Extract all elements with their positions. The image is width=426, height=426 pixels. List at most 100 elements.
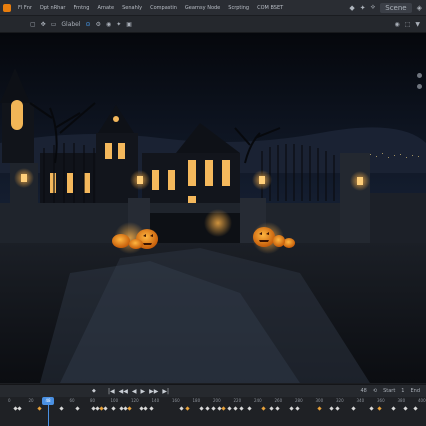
keyframe-marker[interactable] [211,406,216,411]
keyframe-marker[interactable] [185,406,190,411]
tool-icon-1[interactable]: ◆ [349,4,354,12]
proportional-icon[interactable]: ◉ [106,21,111,28]
menu-item-render[interactable]: Frntng [69,5,93,11]
keyframe-marker[interactable] [221,406,226,411]
timeline-controls: ◆ |◀ ◀◀ ◀ ▶ ▶▶ ▶| 48 ⟲ Start 1 End [0,384,426,397]
keyframe-marker[interactable] [143,406,148,411]
ruler-tick-label: 320 [336,398,344,403]
keyframe-marker[interactable] [59,406,64,411]
jump-end-button[interactable]: ▶| [162,388,169,395]
keyframe-marker[interactable] [37,406,42,411]
xray-icon[interactable]: ▣ [126,21,132,28]
ruler-tick-label: 260 [274,398,283,403]
keyframe-marker[interactable] [227,406,232,411]
keyframe-marker[interactable] [413,406,418,411]
keyframe-marker[interactable] [199,406,204,411]
frame-ruler[interactable]: 0204060801001201401601802002202402602803… [0,397,426,406]
keyframe-marker[interactable] [269,406,274,411]
filter-icon[interactable]: ▼ [415,21,420,28]
keyframe-marker[interactable] [247,406,252,411]
keyframe-marker[interactable] [317,406,322,411]
jump-next-keyframe-button[interactable]: ▶▶ [149,388,158,395]
viewport-header-right: ◉ ⬚ ▼ [394,21,426,28]
keyframe-marker[interactable] [103,406,108,411]
keyframe-marker[interactable] [111,406,116,411]
frame-icon[interactable]: ▭ [51,21,57,28]
menu-item-edit[interactable]: Dpt nRhar [36,5,70,11]
ruler-tick-label: 380 [397,398,406,403]
frame-range: 48 ⟲ Start 1 End [361,388,421,394]
jump-prev-keyframe-button[interactable]: ◀◀ [119,388,128,395]
keyframe-marker[interactable] [377,406,382,411]
keyframe-marker[interactable] [179,406,184,411]
keyframe-marker[interactable] [17,406,22,411]
ruler-tick-label: 200 [213,398,221,403]
ruler-tick-label: 140 [151,398,160,403]
ruler-tick-label: 240 [254,398,262,403]
pivot-icon[interactable]: ⊙ [86,21,91,28]
ruler-tick-label: 220 [233,398,242,403]
keyframe-marker[interactable] [75,406,80,411]
play-button[interactable]: ▶ [141,388,146,395]
playhead[interactable]: 48 [42,397,54,405]
menu-item-geometry-node[interactable]: Gearnsy Node [181,5,224,11]
keyframe-marker[interactable] [391,406,396,411]
scene-selector[interactable]: Scene [380,2,412,13]
navigation-gizmo[interactable] [417,73,422,89]
tool-icon-3[interactable]: ⟡ [371,3,376,12]
app-logo-icon[interactable] [3,3,11,12]
playback-controls: |◀ ◀◀ ◀ ▶ ▶▶ ▶| [108,388,169,395]
keyframe-icon[interactable]: ◆ [92,388,96,394]
keyframe-marker[interactable] [239,406,244,411]
keyframe-marker[interactable] [329,406,334,411]
menu-item-animate[interactable]: Arnate [93,5,118,11]
3d-viewport[interactable] [0,33,426,383]
keyframe-marker[interactable] [369,406,374,411]
sync-icon[interactable]: ⟲ [373,388,377,394]
start-frame-field[interactable]: 1 [401,388,404,394]
keyframe-marker[interactable] [205,406,210,411]
menu-item-assembly[interactable]: Senahly [118,5,146,11]
view-layer-icon[interactable]: ◈ [417,4,422,12]
viewport-header: ▢ ✥ ▭ Glabel ⊙ ⚙ ◉ ✦ ▣ ◉ ⬚ ▼ [0,16,426,33]
menu-item-compositing[interactable]: Compastin [146,5,181,11]
jump-start-button[interactable]: |◀ [108,388,115,395]
end-label: End [410,388,420,394]
keyframe-marker[interactable] [127,406,132,411]
viewport-header-left: ▢ ✥ ▭ Glabel ⊙ ⚙ ◉ ✦ ▣ [0,21,132,28]
keyframe-marker[interactable] [403,406,408,411]
ruler-tick-label: 340 [356,398,365,403]
gizmo-zoom-icon[interactable] [417,84,422,89]
menu-tools: ◆ ✦ ⟡ Scene ◈ [349,2,426,13]
current-frame-field[interactable]: 48 [361,388,367,394]
keyframe-marker[interactable] [289,406,294,411]
ruler-tick-label: 0 [8,398,11,403]
keyframe-marker[interactable] [351,406,356,411]
mode-selector[interactable]: Glabel [61,21,80,28]
shading-icon[interactable]: ⬚ [405,21,411,28]
menu-item-extra[interactable]: COM BSET [253,5,287,11]
keyframe-marker[interactable] [149,406,154,411]
snap-icon[interactable]: ⚙ [96,21,101,28]
menu-item-file[interactable]: Fl Fnr [14,5,36,11]
keyframe-marker[interactable] [275,406,280,411]
keyframe-marker[interactable] [261,406,266,411]
overlay-icon[interactable]: ✦ [116,21,121,28]
keyframe-marker[interactable] [335,406,340,411]
move-icon[interactable]: ✥ [41,21,46,28]
menu-item-scripting[interactable]: Scrpting [224,5,253,11]
editor-type-icon[interactable]: ▢ [30,21,36,28]
keyframe-track[interactable] [0,406,426,413]
ruler-tick-label: 400 [418,398,426,403]
timeline-editor[interactable]: 0204060801001201401601802002202402602803… [0,397,426,426]
ruler-tick-label: 60 [69,398,75,403]
halloween-scene-render [0,33,426,383]
ruler-tick-label: 20 [28,398,34,403]
camera-view-icon[interactable]: ◉ [394,21,399,28]
play-reverse-button[interactable]: ◀ [132,388,137,395]
keyframe-marker[interactable] [295,406,300,411]
tool-icon-2[interactable]: ✦ [360,4,366,12]
gizmo-axis-icon[interactable] [417,73,422,78]
menu-bar: Fl Fnr Dpt nRhar Frntng Arnate Senahly C… [0,0,426,16]
keyframe-marker[interactable] [233,406,238,411]
